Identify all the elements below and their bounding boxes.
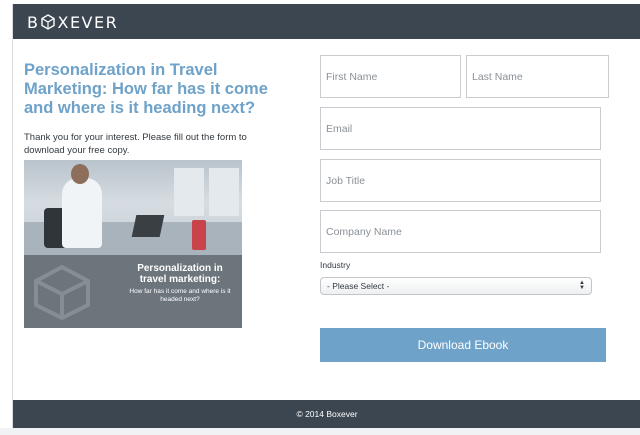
industry-select[interactable]: - Please Select - ▲ ▼ xyxy=(320,277,592,295)
site-header: B XEVER xyxy=(13,4,640,39)
company-name-input[interactable]: Company Name xyxy=(320,210,601,253)
boxever-logo[interactable]: B XEVER xyxy=(27,12,118,32)
cover-title: Personalization in travel marketing: xyxy=(137,263,223,285)
download-ebook-button[interactable]: Download Ebook xyxy=(320,328,606,362)
traveler-photo xyxy=(24,160,242,255)
logo-letters-xever: XEVER xyxy=(57,12,119,32)
logo-letter-b: B xyxy=(27,12,40,32)
copyright-text: © 2014 Boxever xyxy=(296,409,358,419)
intro-text: Thank you for your interest. Please fill… xyxy=(24,132,247,156)
email-input[interactable]: Email xyxy=(320,107,601,150)
landing-page: B XEVER Personalization in Travel Market… xyxy=(12,4,640,428)
page-headline: Personalization in Travel Marketing: How… xyxy=(24,61,268,117)
first-name-input[interactable]: First Name xyxy=(320,55,461,98)
site-footer: © 2014 Boxever xyxy=(13,400,640,428)
cover-hexagon-icon xyxy=(34,264,90,320)
industry-label: Industry xyxy=(320,260,351,270)
select-arrows-icon: ▲ ▼ xyxy=(579,280,585,291)
ebook-cover-image: Personalization in travel marketing: How… xyxy=(24,160,242,328)
last-name-input[interactable]: Last Name xyxy=(466,55,609,98)
industry-selected-value: - Please Select - xyxy=(327,281,390,291)
job-title-input[interactable]: Job Title xyxy=(320,159,601,202)
window-bottom-edge xyxy=(0,428,640,435)
cover-subtitle: How far has it come and where is it head… xyxy=(129,288,231,303)
boxever-hexagon-icon xyxy=(41,14,56,30)
